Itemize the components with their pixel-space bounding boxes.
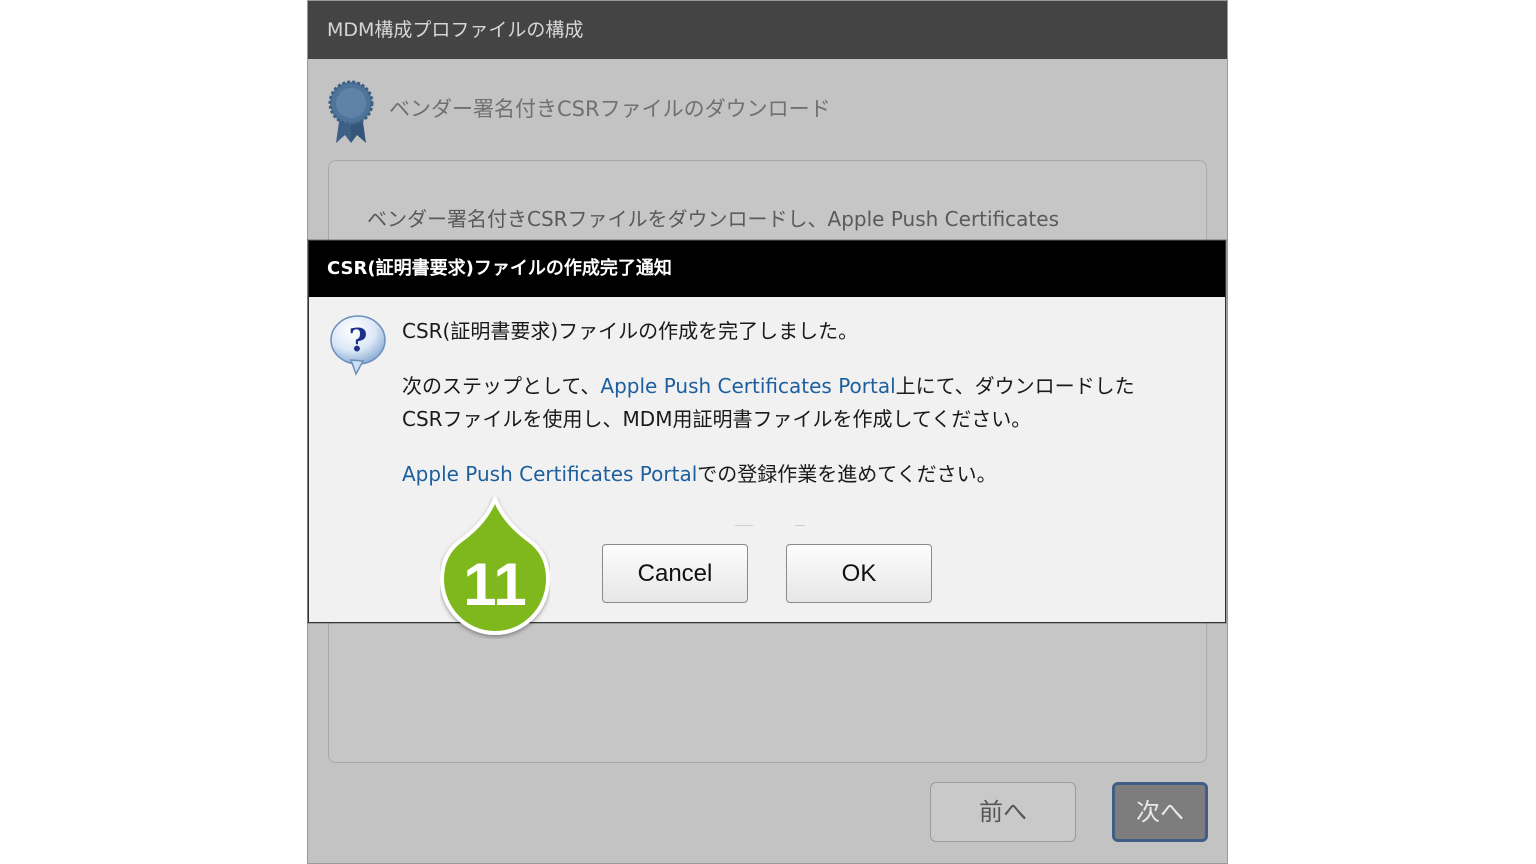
wizard-step-title: ベンダー署名付きCSRファイルのダウンロード (389, 97, 831, 121)
message-text: 上にて、ダウンロードした (895, 374, 1135, 398)
message-paragraph-2: 次のステップとして、Apple Push Certificates Portal… (402, 370, 1212, 436)
step-marker-callout: 11 (440, 497, 550, 636)
message-paragraph-3: Apple Push Certificates Portalでの登録作業を進めて… (402, 458, 1212, 491)
ribbon-badge-icon (328, 80, 374, 143)
apple-push-portal-link[interactable]: Apple Push Certificates Portal (600, 374, 895, 398)
message-text: CSRファイルを使用し、MDM用証明書ファイルを作成してください。 (402, 407, 1032, 431)
wizard-instruction-text: ベンダー署名付きCSRファイルをダウンロードし、Apple Push Certi… (367, 207, 1059, 231)
divider (795, 525, 805, 526)
question-balloon-icon: ? (330, 315, 386, 376)
message-text: 次のステップとして、 (402, 374, 601, 398)
cancel-button[interactable]: Cancel (602, 544, 748, 603)
divider (735, 525, 753, 526)
message-line-1: CSR(証明書要求)ファイルの作成を完了しました。 (402, 319, 859, 343)
ok-button[interactable]: OK (786, 544, 932, 603)
dialog-message: CSR(証明書要求)ファイルの作成を完了しました。 次のステップとして、Appl… (402, 315, 1212, 491)
previous-button[interactable]: 前へ (930, 782, 1076, 842)
next-button[interactable]: 次へ (1112, 782, 1208, 842)
dialog-title: CSR(証明書要求)ファイルの作成完了通知 (309, 241, 1225, 297)
step-number: 11 (463, 551, 526, 618)
svg-text:?: ? (349, 321, 368, 359)
message-text: での登録作業を進めてください。 (697, 462, 997, 486)
wizard-title: MDM構成プロファイルの構成 (308, 1, 1227, 59)
apple-push-portal-link[interactable]: Apple Push Certificates Portal (402, 462, 697, 486)
